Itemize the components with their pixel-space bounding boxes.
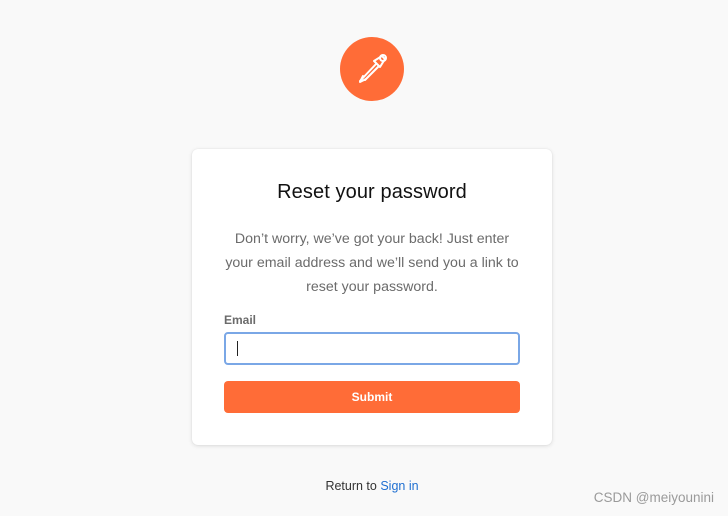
watermark: CSDN @meiyounini [593, 490, 714, 505]
page: Reset your password Don’t worry, we’ve g… [0, 0, 728, 516]
sign-in-link[interactable]: Sign in [380, 479, 418, 493]
postman-logo [340, 37, 404, 101]
postman-astronaut-icon [359, 54, 387, 83]
email-field[interactable] [224, 332, 520, 365]
email-label: Email [224, 313, 257, 327]
page-title: Reset your password [277, 181, 467, 203]
reset-description: Don’t worry, we’ve got your back! Just e… [225, 231, 519, 295]
reset-password-card: Reset your password Don’t worry, we’ve g… [192, 149, 552, 445]
return-text: Return to [325, 479, 381, 493]
submit-button[interactable]: Submit [224, 381, 520, 413]
text-caret [237, 341, 238, 356]
